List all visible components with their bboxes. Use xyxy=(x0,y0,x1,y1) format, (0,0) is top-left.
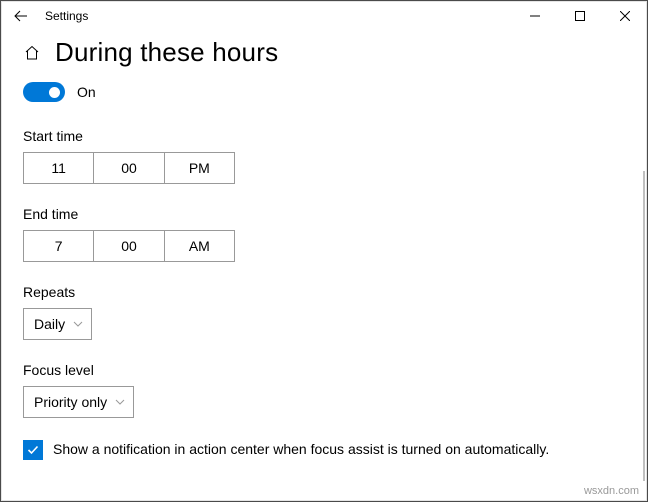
scrollbar[interactable] xyxy=(643,171,645,481)
start-time-section: Start time 11 00 PM xyxy=(23,128,625,184)
back-button[interactable] xyxy=(1,1,41,31)
settings-window: Settings During these hours On xyxy=(0,0,648,502)
start-time-ampm[interactable]: PM xyxy=(165,153,234,183)
on-toggle-row: On xyxy=(23,82,625,102)
maximize-icon xyxy=(575,11,585,21)
focus-level-section: Focus level Priority only xyxy=(23,362,625,418)
end-time-picker[interactable]: 7 00 AM xyxy=(23,230,235,262)
start-time-minute[interactable]: 00 xyxy=(94,153,164,183)
start-time-label: Start time xyxy=(23,128,625,144)
arrow-left-icon xyxy=(13,8,29,24)
close-icon xyxy=(620,11,630,21)
focus-level-dropdown[interactable]: Priority only xyxy=(23,386,134,418)
home-icon[interactable] xyxy=(23,44,41,62)
page-title: During these hours xyxy=(55,37,278,68)
repeats-section: Repeats Daily xyxy=(23,284,625,340)
on-toggle-label: On xyxy=(77,84,96,100)
start-time-hour[interactable]: 11 xyxy=(24,153,94,183)
maximize-button[interactable] xyxy=(557,1,602,31)
end-time-hour[interactable]: 7 xyxy=(24,231,94,261)
notification-checkbox[interactable] xyxy=(23,440,43,460)
titlebar: Settings xyxy=(1,1,647,31)
toggle-knob xyxy=(49,87,60,98)
app-title: Settings xyxy=(41,9,88,23)
on-toggle[interactable] xyxy=(23,82,65,102)
content-area: During these hours On Start time 11 00 P… xyxy=(1,31,647,501)
watermark: wsxdn.com xyxy=(584,485,639,497)
end-time-minute[interactable]: 00 xyxy=(94,231,164,261)
focus-level-value: Priority only xyxy=(34,394,107,410)
chevron-down-icon xyxy=(73,319,83,329)
minimize-icon xyxy=(530,11,540,21)
repeats-value: Daily xyxy=(34,316,65,332)
start-time-picker[interactable]: 11 00 PM xyxy=(23,152,235,184)
end-time-label: End time xyxy=(23,206,625,222)
end-time-section: End time 7 00 AM xyxy=(23,206,625,262)
page-heading-row: During these hours xyxy=(23,37,625,68)
notification-checkbox-row: Show a notification in action center whe… xyxy=(23,440,583,460)
chevron-down-icon xyxy=(115,397,125,407)
close-button[interactable] xyxy=(602,1,647,31)
notification-checkbox-label: Show a notification in action center whe… xyxy=(53,440,549,459)
repeats-label: Repeats xyxy=(23,284,625,300)
repeats-dropdown[interactable]: Daily xyxy=(23,308,92,340)
check-icon xyxy=(26,443,40,457)
minimize-button[interactable] xyxy=(512,1,557,31)
focus-level-label: Focus level xyxy=(23,362,625,378)
end-time-ampm[interactable]: AM xyxy=(165,231,234,261)
